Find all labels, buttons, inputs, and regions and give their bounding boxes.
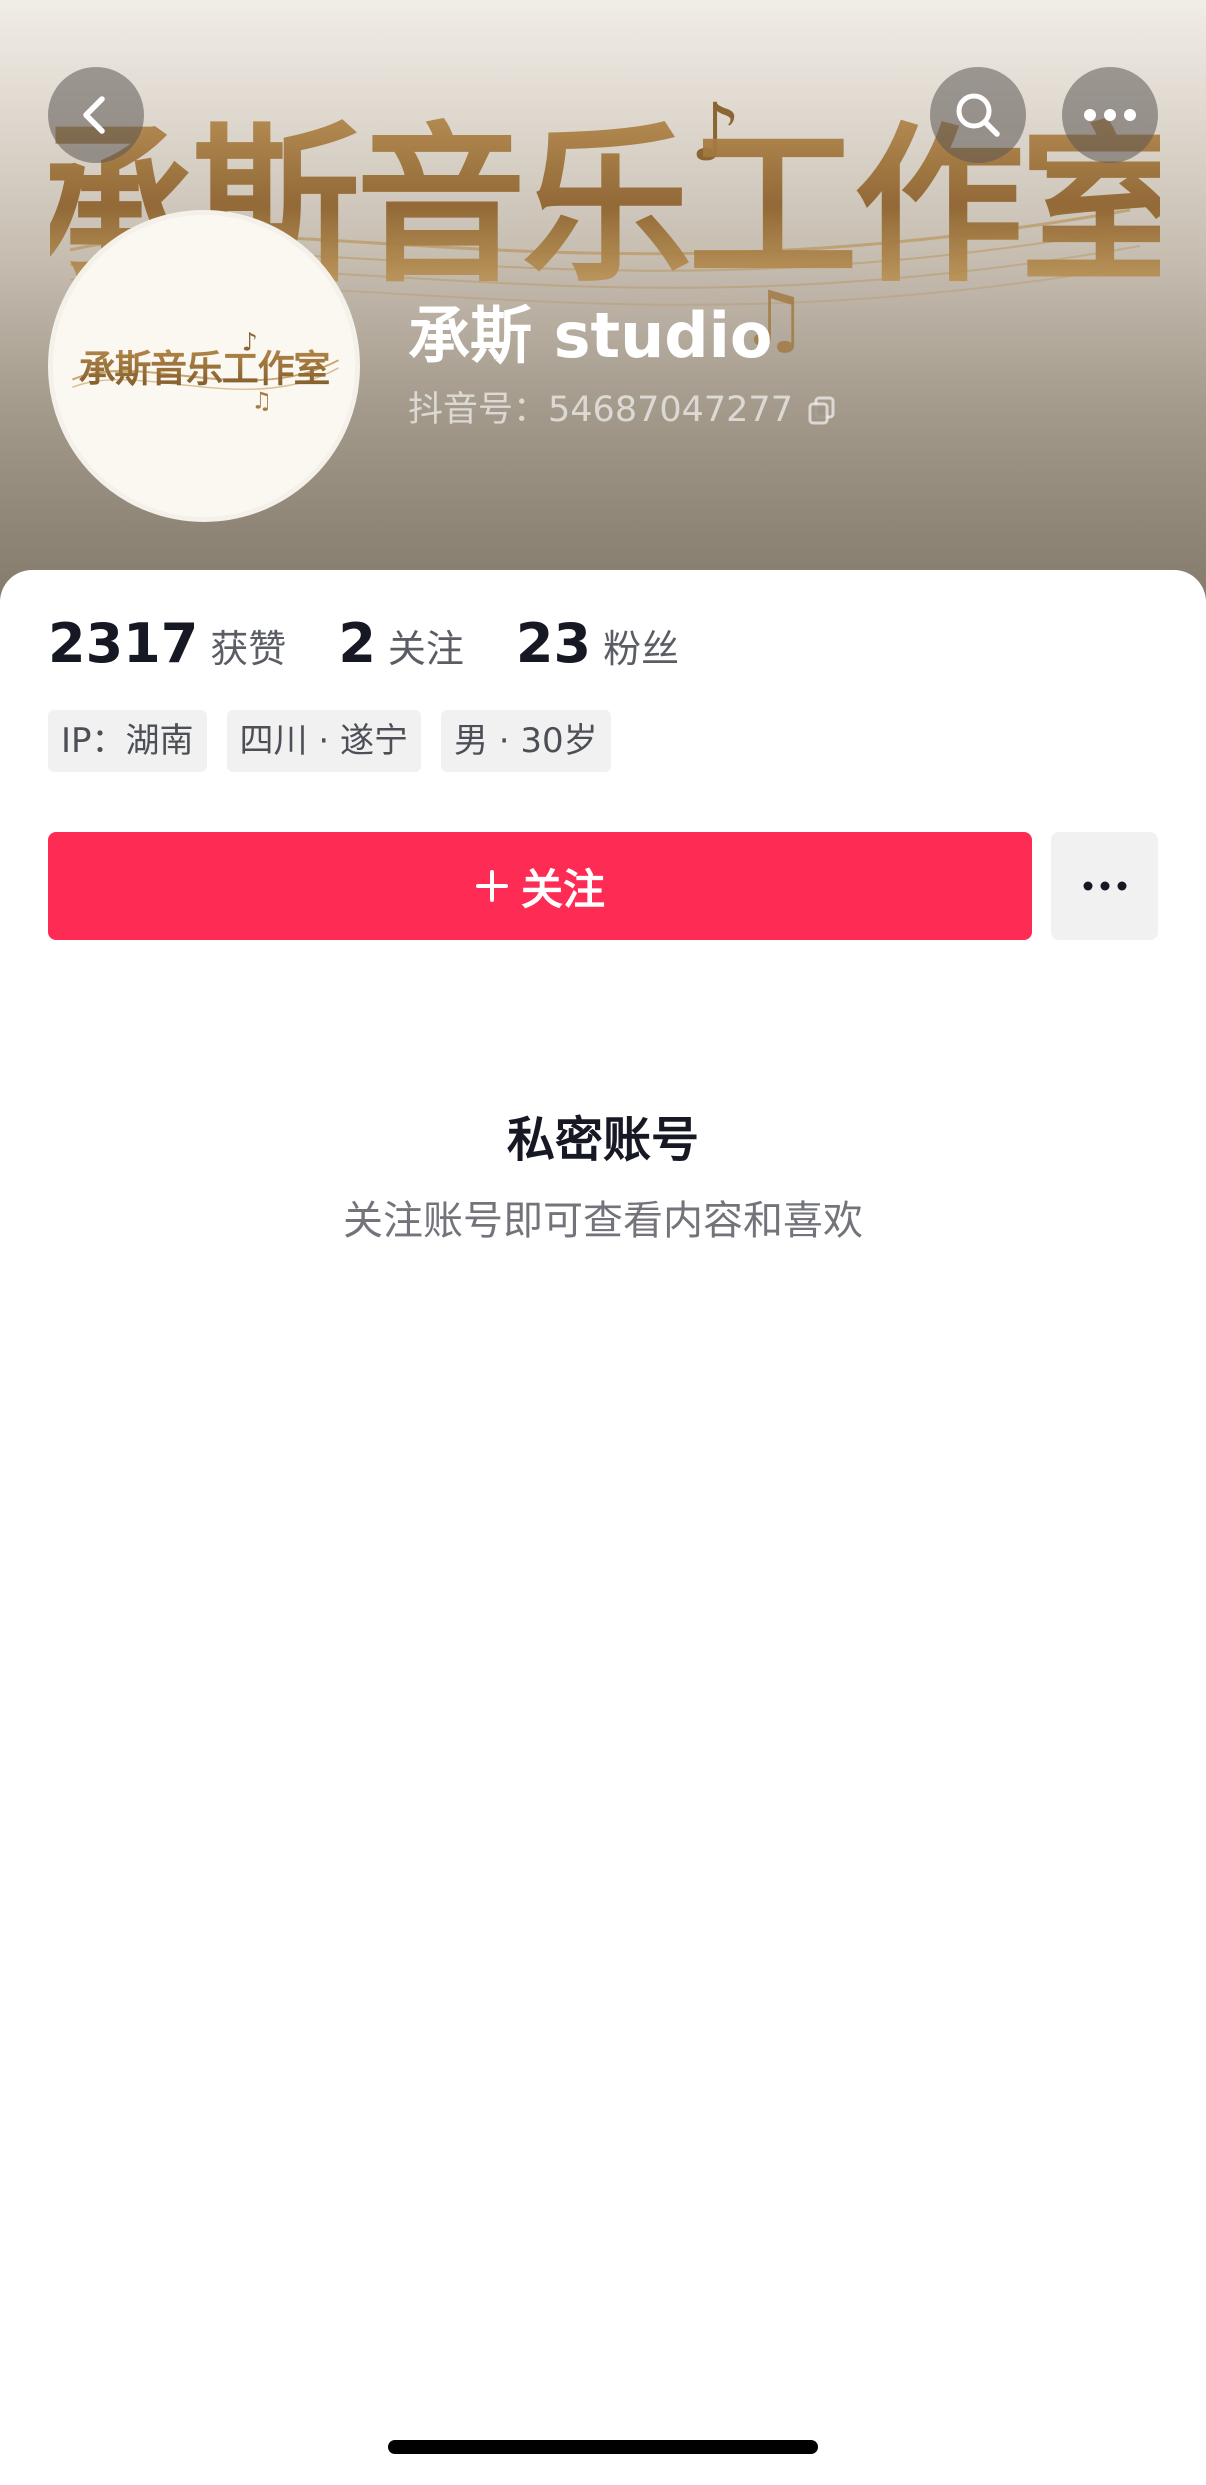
douyin-id-text: 抖音号：54687047277: [408, 388, 793, 432]
copy-icon[interactable]: [807, 395, 837, 425]
stat-value: 2: [338, 612, 376, 675]
stat-likes[interactable]: 2317 获赞: [48, 612, 286, 675]
more-options-button[interactable]: [1062, 67, 1158, 163]
follow-button-label: 关注: [520, 864, 605, 914]
tag-gender-age: 男 · 30岁: [440, 710, 611, 772]
tag-region: 四川 · 遂宁: [226, 710, 421, 772]
stat-value: 2317: [48, 612, 199, 675]
profile-card: 2317 获赞 2 关注 23 粉丝 IP：湖南 四川 · 遂宁 男 · 30岁…: [0, 570, 1206, 2485]
back-button[interactable]: [48, 67, 144, 163]
search-icon: [956, 93, 1000, 137]
follow-button[interactable]: 关注: [48, 832, 1032, 940]
search-button[interactable]: [930, 67, 1026, 163]
stat-followers[interactable]: 23 粉丝: [516, 612, 679, 675]
douyin-id-label: 抖音号：: [408, 390, 549, 430]
stat-following[interactable]: 2 关注: [338, 612, 464, 675]
svg-text:♫: ♫: [251, 388, 272, 415]
avatar-text: 承斯音乐工作室: [79, 346, 330, 390]
avatar-logo: ♪ ♫ 承斯音乐工作室: [71, 328, 339, 415]
chevron-left-icon: [83, 96, 105, 134]
stat-label: 粉丝: [603, 627, 680, 671]
avatar[interactable]: ♪ ♫ 承斯音乐工作室: [48, 210, 360, 522]
stats-row: 2317 获赞 2 关注 23 粉丝: [48, 612, 731, 675]
douyin-id-row[interactable]: 抖音号：54687047277: [408, 388, 837, 432]
stat-label: 获赞: [210, 627, 287, 671]
ellipsis-icon: [1083, 881, 1126, 891]
more-actions-button[interactable]: [1051, 832, 1158, 940]
stat-value: 23: [515, 612, 592, 675]
profile-name: 承斯 studio: [408, 299, 773, 372]
profile-tags: IP：湖南 四川 · 遂宁 男 · 30岁: [48, 710, 611, 772]
tag-ip-location: IP：湖南: [48, 710, 207, 772]
home-indicator[interactable]: [388, 2440, 818, 2454]
ellipsis-icon: [1084, 109, 1136, 121]
private-account-title: 私密账号: [506, 1112, 699, 1168]
stat-label: 关注: [387, 627, 464, 671]
douyin-id-value: 54687047277: [548, 390, 793, 430]
plus-icon: [475, 870, 508, 902]
private-account-subtitle: 关注账号即可查看内容和喜欢: [343, 1198, 863, 1244]
